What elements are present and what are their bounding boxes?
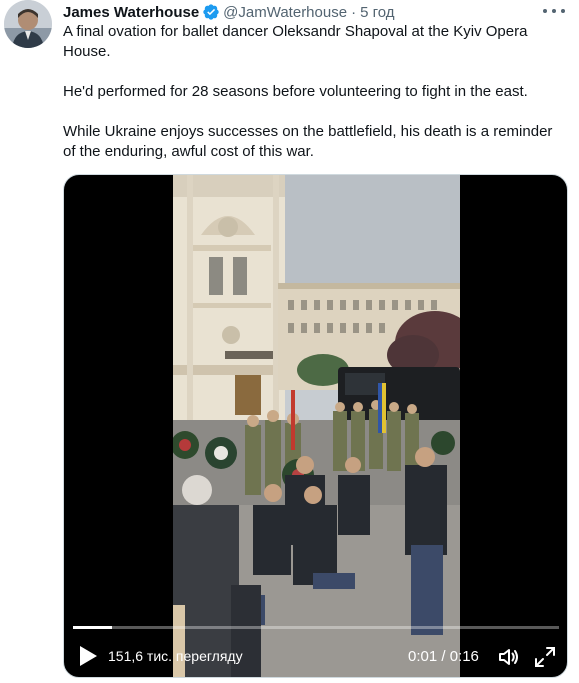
video-player[interactable]: 151,6 тис. перегляду 0:01 / 0:16 [63,174,568,678]
progress-bar[interactable] [73,626,559,629]
tweet-paragraph: While Ukraine enjoys successes on the ba… [63,123,553,160]
tweet-text: A final ovation for ballet dancer Oleksa… [63,22,563,162]
separator-dot: · [351,3,357,21]
video-frame[interactable] [173,175,460,677]
video-controls: 151,6 тис. перегляду 0:01 / 0:16 [64,637,567,677]
tweet-time[interactable]: 5 год [360,4,394,21]
play-icon[interactable] [78,645,98,667]
video-timecode: 0:01 / 0:16 [408,648,479,665]
volume-icon[interactable] [497,645,521,669]
fullscreen-icon[interactable] [533,645,557,669]
verified-badge-icon [203,4,219,20]
author-handle[interactable]: @JamWaterhouse [223,4,347,21]
tweet-paragraph: A final ovation for ballet dancer Oleksa… [63,23,528,60]
more-options-icon[interactable] [543,2,565,20]
author-name[interactable]: James Waterhouse [63,4,199,21]
avatar[interactable] [4,0,52,48]
tweet-header: James Waterhouse @JamWaterhouse · 5 год [63,2,394,22]
view-count: 151,6 тис. перегляду [108,648,243,664]
tweet[interactable]: James Waterhouse @JamWaterhouse · 5 год … [0,0,579,683]
tweet-paragraph: He'd performed for 28 seasons before vol… [63,83,528,100]
progress-fill [73,626,112,629]
